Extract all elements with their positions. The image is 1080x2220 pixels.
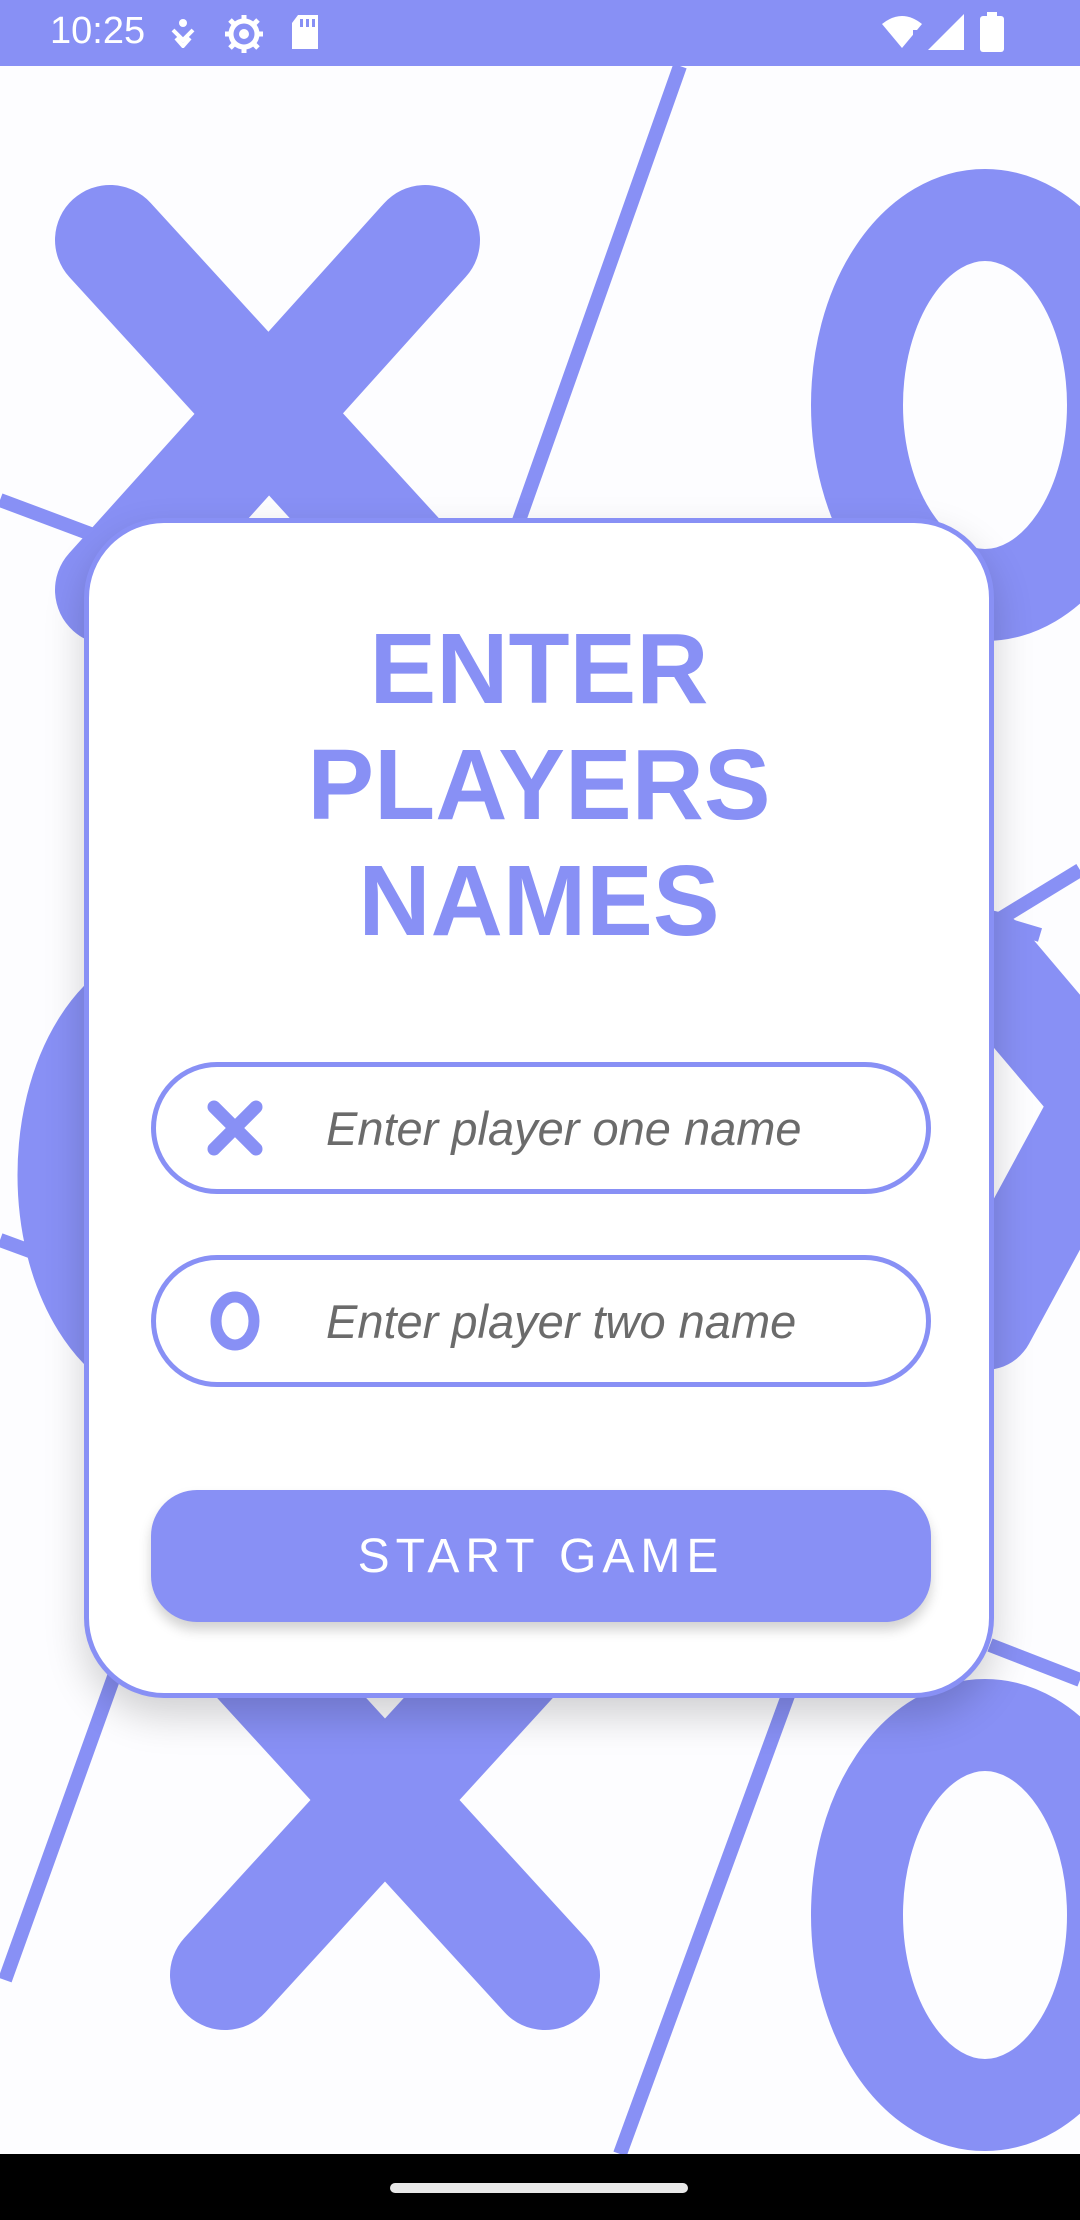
wifi-alert-icon bbox=[882, 16, 922, 48]
player-one-input[interactable] bbox=[326, 1087, 886, 1169]
status-bar: 10:25 bbox=[0, 0, 1080, 66]
start-game-button[interactable]: START GAME bbox=[151, 1490, 931, 1622]
player-one-field[interactable] bbox=[151, 1062, 931, 1194]
player-two-field[interactable] bbox=[151, 1255, 931, 1387]
x-mark-icon bbox=[935, 910, 1080, 1370]
enter-names-card: ENTER PLAYERS NAMES START GAME bbox=[84, 518, 994, 1698]
title-line-3: NAMES bbox=[358, 845, 720, 957]
player-two-input[interactable] bbox=[326, 1280, 886, 1362]
title-line-2: PLAYERS bbox=[307, 729, 771, 841]
o-mark-icon bbox=[210, 1291, 260, 1351]
card-title: ENTER PLAYERS NAMES bbox=[89, 611, 989, 959]
battery-icon bbox=[980, 12, 1004, 52]
home-gesture-handle[interactable] bbox=[390, 2183, 688, 2193]
status-time: 10:25 bbox=[50, 10, 146, 52]
sd-card-icon bbox=[292, 15, 318, 49]
settings-gear-icon bbox=[225, 15, 263, 53]
accessibility-icon bbox=[171, 19, 195, 48]
app-screen: 10:25 ENTER PLAYERS NAMES Enter player o… bbox=[0, 0, 1080, 2220]
system-nav-bar bbox=[0, 2154, 1080, 2220]
o-mark-icon bbox=[811, 1679, 1080, 2151]
signal-icon bbox=[928, 14, 964, 50]
x-mark-icon bbox=[207, 1100, 263, 1156]
title-line-1: ENTER bbox=[369, 613, 709, 725]
